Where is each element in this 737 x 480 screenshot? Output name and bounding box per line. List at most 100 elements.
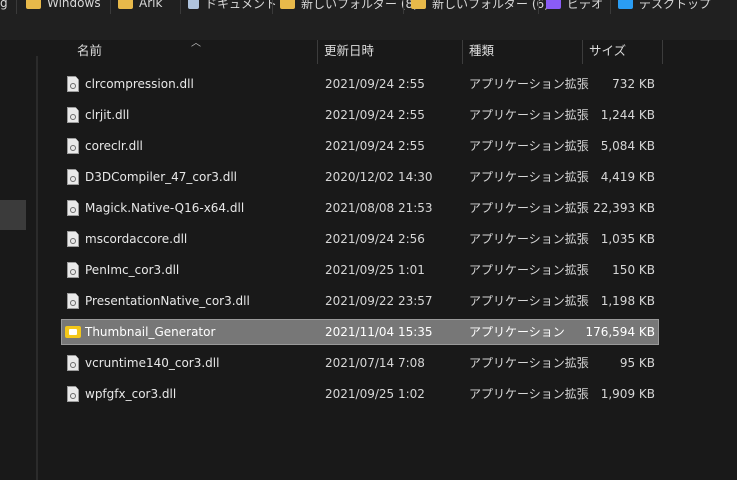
pane-splitter[interactable] <box>36 56 38 480</box>
file-name: Thumbnail_Generator <box>85 325 216 339</box>
file-type: アプリケーション拡張 <box>469 387 589 401</box>
column-resize-handle[interactable] <box>582 40 583 64</box>
quick-access-label: ビデオ <box>567 0 604 11</box>
file-type: アプリケーション拡張 <box>469 294 589 308</box>
file-size: 1,909 KB <box>600 387 655 401</box>
document-icon <box>188 0 199 9</box>
desktop-icon <box>618 0 633 9</box>
file-name: D3DCompiler_47_cor3.dll <box>85 170 238 184</box>
file-size: 1,244 KB <box>600 108 655 122</box>
quick-access-item-documents[interactable]: ドキュメント <box>188 0 277 13</box>
file-name: coreclr.dll <box>85 139 143 153</box>
file-row[interactable]: coreclr.dll 2021/09/24 2:55 アプリケーション拡張 5… <box>62 134 658 158</box>
quick-access-label: デスクトップ <box>639 0 712 11</box>
file-name: PenImc_cor3.dll <box>85 263 180 277</box>
file-date: 2021/09/25 1:01 <box>325 263 425 277</box>
file-date: 2021/11/04 15:35 <box>325 325 433 339</box>
file-row[interactable]: Magick.Native-Q16-x64.dll 2021/08/08 21:… <box>62 196 658 220</box>
file-name: clrcompression.dll <box>85 77 194 91</box>
file-row[interactable]: vcruntime140_cor3.dll 2021/07/14 7:08 アプ… <box>62 351 658 375</box>
quick-access-divider <box>610 0 611 14</box>
column-header-date[interactable]: 更新日時 <box>324 40 374 64</box>
file-explorer-window: g Windows Arik ドキュメント 新しいフォルダー (8) 新しいフォ… <box>0 0 737 480</box>
file-size: 5,084 KB <box>600 139 655 153</box>
quick-access-bar: g Windows Arik ドキュメント 新しいフォルダー (8) 新しいフォ… <box>0 0 737 40</box>
quick-access-item-videos[interactable]: ビデオ <box>546 0 603 13</box>
dll-file-icon <box>67 76 79 92</box>
dll-file-icon <box>67 107 79 123</box>
file-name: vcruntime140_cor3.dll <box>85 356 220 370</box>
file-row[interactable]: clrjit.dll 2021/09/24 2:55 アプリケーション拡張 1,… <box>62 103 658 127</box>
quick-access-item-new-folder-8[interactable]: 新しいフォルダー (8) <box>280 0 418 13</box>
file-type: アプリケーション拡張 <box>469 263 589 277</box>
dll-file-icon <box>67 169 79 185</box>
file-type: アプリケーション拡張 <box>469 170 589 184</box>
file-row[interactable]: wpfgfx_cor3.dll 2021/09/25 1:02 アプリケーション… <box>62 382 658 406</box>
file-name: PresentationNative_cor3.dll <box>85 294 250 308</box>
file-name: mscordaccore.dll <box>85 232 188 246</box>
column-resize-handle[interactable] <box>462 40 463 64</box>
file-type: アプリケーション拡張 <box>469 77 589 91</box>
file-size: 22,393 KB <box>593 201 655 215</box>
dll-file-icon <box>67 293 79 309</box>
quick-access-divider <box>180 0 181 14</box>
column-header-name[interactable]: 名前 <box>77 40 102 64</box>
quick-access-label: Arik <box>139 0 163 10</box>
file-size: 95 KB <box>619 356 655 370</box>
file-type: アプリケーション <box>469 325 565 339</box>
quick-access-divider <box>272 0 273 14</box>
file-date: 2021/09/24 2:55 <box>325 139 425 153</box>
file-date: 2021/09/25 1:02 <box>325 387 425 401</box>
quick-access-label: ドキュメント <box>205 0 278 11</box>
quick-access-label: Windows <box>47 0 101 10</box>
file-row[interactable]: PenImc_cor3.dll 2021/09/25 1:01 アプリケーション… <box>62 258 658 282</box>
column-header-type[interactable]: 種類 <box>469 40 494 64</box>
file-date: 2021/09/24 2:55 <box>325 108 425 122</box>
file-date: 2021/08/08 21:53 <box>325 201 433 215</box>
file-type: アプリケーション拡張 <box>469 232 589 246</box>
file-name: clrjit.dll <box>85 108 130 122</box>
file-name: wpfgfx_cor3.dll <box>85 387 177 401</box>
quick-access-item-new-folder-6[interactable]: 新しいフォルダー (6) <box>411 0 549 13</box>
file-size: 150 KB <box>612 263 655 277</box>
file-type: アプリケーション拡張 <box>469 356 589 370</box>
quick-access-label: g <box>0 0 8 10</box>
dll-file-icon <box>67 386 79 402</box>
sort-up-icon: ︿ <box>191 38 201 49</box>
file-row[interactable]: D3DCompiler_47_cor3.dll 2020/12/02 14:30… <box>62 165 658 189</box>
quick-access-item-windows[interactable]: Windows <box>26 0 101 13</box>
quick-access-divider <box>403 0 404 14</box>
video-icon <box>546 0 561 9</box>
dll-file-icon <box>67 200 79 216</box>
file-size: 176,594 KB <box>585 325 655 339</box>
file-row[interactable]: PresentationNative_cor3.dll 2021/09/22 2… <box>62 289 658 313</box>
file-date: 2021/07/14 7:08 <box>325 356 425 370</box>
file-row-selected[interactable]: Thumbnail_Generator 2021/11/04 15:35 アプリ… <box>61 319 659 345</box>
file-type: アプリケーション拡張 <box>469 139 589 153</box>
folder-icon <box>118 0 133 9</box>
dll-file-icon <box>67 355 79 371</box>
file-row[interactable]: mscordaccore.dll 2021/09/24 2:56 アプリケーショ… <box>62 227 658 251</box>
file-date: 2020/12/02 14:30 <box>325 170 433 184</box>
folder-icon <box>280 0 295 9</box>
file-type: アプリケーション拡張 <box>469 201 589 215</box>
quick-access-label: 新しいフォルダー (6) <box>432 0 549 11</box>
quick-access-item-desktop[interactable]: デスクトップ <box>618 0 711 13</box>
file-row[interactable]: clrcompression.dll 2021/09/24 2:55 アプリケー… <box>62 72 658 96</box>
file-name: Magick.Native-Q16-x64.dll <box>85 201 245 215</box>
file-date: 2021/09/24 2:55 <box>325 77 425 91</box>
column-header-size[interactable]: サイズ <box>589 40 626 64</box>
column-resize-handle[interactable] <box>662 40 663 64</box>
file-size: 4,419 KB <box>600 170 655 184</box>
navigation-pane[interactable] <box>0 40 36 480</box>
column-resize-handle[interactable] <box>317 40 318 64</box>
quick-access-divider <box>538 0 539 14</box>
file-size: 1,198 KB <box>600 294 655 308</box>
navigation-selected-item[interactable] <box>0 200 26 230</box>
quick-access-item-arik[interactable]: Arik <box>118 0 162 13</box>
folder-icon <box>411 0 426 9</box>
folder-icon <box>26 0 41 9</box>
file-size: 1,035 KB <box>600 232 655 246</box>
file-date: 2021/09/24 2:56 <box>325 232 425 246</box>
quick-access-item-fragment[interactable]: g <box>0 0 8 13</box>
